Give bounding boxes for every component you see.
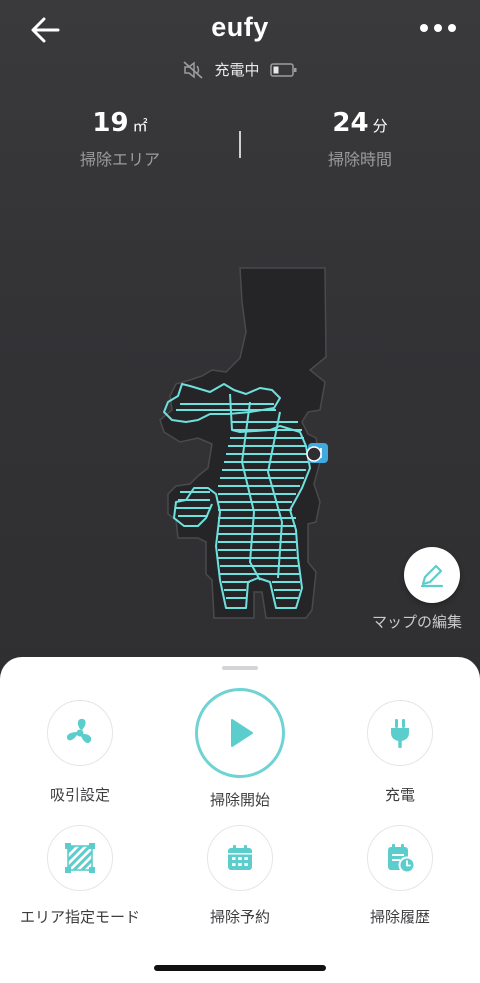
area-mode-button[interactable]: エリア指定モード: [0, 825, 160, 927]
charge-circle[interactable]: [367, 700, 433, 766]
charge-button[interactable]: 充電: [320, 698, 480, 805]
time-stat: 24 分 掃除時間: [260, 108, 460, 170]
time-label: 掃除時間: [327, 150, 392, 169]
device-status: 充電中: [0, 59, 480, 80]
mute-icon: [183, 60, 204, 79]
home-indicator[interactable]: [154, 965, 326, 971]
area-label: 掃除エリア: [79, 150, 160, 169]
fan-icon: [66, 718, 92, 744]
history-button[interactable]: 掃除履歴: [320, 825, 480, 927]
start-cleaning-button[interactable]: 掃除開始: [160, 688, 320, 810]
action-sheet: 吸引設定 掃除開始 充電 エリア指定モード 掃除予約 掃除履歴: [0, 657, 480, 983]
start-cleaning-circle[interactable]: [195, 688, 285, 778]
suction-settings-button[interactable]: 吸引設定: [0, 698, 160, 805]
suction-settings-label: 吸引設定: [49, 786, 110, 804]
area-mode-circle[interactable]: [47, 825, 113, 891]
robot-position-icon: [306, 446, 322, 462]
map-view: eufy 充電中 19 ㎡ 掃除エリア 24 分 掃除時間 マップの編集: [0, 0, 480, 690]
more-button[interactable]: [418, 16, 458, 40]
schedule-circle[interactable]: [207, 825, 273, 891]
app-title: eufy: [211, 12, 269, 42]
time-unit: 分: [372, 117, 388, 135]
charge-label: 充電: [384, 786, 415, 804]
start-cleaning-label: 掃除開始: [209, 791, 270, 809]
history-label: 掃除履歴: [369, 908, 430, 926]
edit-map-button[interactable]: [404, 547, 460, 603]
status-text: 充電中: [214, 61, 260, 79]
history-circle[interactable]: [367, 825, 433, 891]
pencil-icon: [420, 564, 444, 588]
battery-icon: [269, 62, 296, 77]
cleaning-map[interactable]: [150, 262, 340, 624]
sheet-grip[interactable]: [222, 666, 258, 670]
schedule-label: 掃除予約: [209, 908, 270, 926]
area-unit: ㎡: [132, 117, 148, 135]
area-stat: 19 ㎡ 掃除エリア: [20, 108, 220, 170]
calendar-icon: [228, 845, 252, 870]
area-mode-label: エリア指定モード: [19, 908, 140, 926]
stat-divider: [239, 131, 241, 158]
area-value: 19: [92, 108, 129, 138]
time-value: 24: [332, 108, 369, 138]
plug-icon: [391, 719, 409, 748]
more-dots-icon: [420, 24, 456, 32]
area-icon: [65, 843, 95, 873]
play-icon: [231, 719, 253, 747]
suction-settings-circle[interactable]: [47, 700, 113, 766]
edit-map-label[interactable]: マップの編集: [372, 611, 462, 632]
schedule-button[interactable]: 掃除予約: [160, 825, 320, 927]
history-icon: [388, 844, 416, 874]
